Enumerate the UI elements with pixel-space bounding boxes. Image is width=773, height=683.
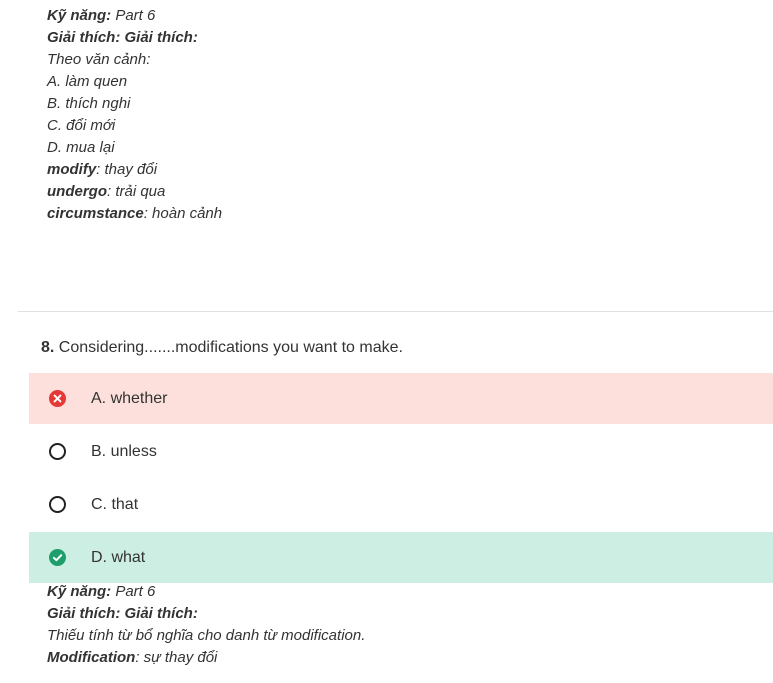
check-circle-icon — [49, 549, 66, 566]
question-number: 8. — [41, 339, 55, 356]
option-label: D. what — [91, 548, 146, 566]
vocab-line: Modification: sự thay đổi — [47, 647, 365, 669]
option-label: C. that — [91, 495, 139, 513]
skill-line: Kỹ năng: Part 6 — [47, 581, 365, 603]
section-divider — [18, 311, 773, 312]
explanation-panel: Kỹ năng: Part 6 Giải thích: Giải thích: … — [47, 5, 222, 225]
vocab-word: undergo — [47, 183, 107, 200]
explain-heading: Giải thích: Giải thích: — [47, 29, 198, 46]
skill-value: Part 6 — [111, 7, 156, 24]
skill-label: Kỹ năng: — [47, 583, 112, 600]
vocab-word: Modification — [47, 649, 136, 666]
vocab-word: circumstance — [47, 205, 144, 222]
vocab-meaning: : thay đổi — [96, 161, 158, 178]
skill-value: Part 6 — [111, 583, 156, 600]
radio-empty-icon — [49, 496, 66, 513]
vocab-line: modify: thay đổi — [47, 159, 222, 181]
question-body: Considering.......modifications you want… — [54, 339, 403, 356]
vocab-line: circumstance: hoàn cảnh — [47, 203, 222, 225]
vocab-meaning: : trải qua — [107, 183, 166, 200]
explain-line: Theo văn cảnh: — [47, 51, 151, 68]
explain-heading: Giải thích: Giải thích: — [47, 605, 198, 622]
x-circle-icon — [49, 390, 66, 407]
option-label: A. whether — [91, 389, 168, 407]
answer-option-c[interactable]: C. that — [29, 479, 773, 530]
radio-empty-icon — [49, 443, 66, 460]
answer-option-b[interactable]: B. unless — [29, 426, 773, 477]
skill-label: Kỹ năng: — [47, 7, 112, 24]
explanation-panel: Kỹ năng: Part 6 Giải thích: Giải thích: … — [47, 581, 365, 669]
explain-line: C. đổi mới — [47, 117, 116, 134]
explain-line: A. làm quen — [47, 73, 128, 90]
option-label: B. unless — [91, 442, 157, 460]
vocab-word: modify — [47, 161, 97, 178]
vocab-line: undergo: trải qua — [47, 181, 222, 203]
explain-line: Thiếu tính từ bổ nghĩa cho danh từ modif… — [47, 627, 366, 644]
answer-option-d[interactable]: D. what — [29, 532, 773, 583]
vocab-meaning: : sự thay đổi — [135, 649, 218, 666]
question-text: 8. Considering.......modifications you w… — [41, 337, 403, 359]
vocab-meaning: : hoàn cảnh — [143, 205, 223, 222]
answer-option-a[interactable]: A. whether — [29, 373, 773, 424]
explain-line: D. mua lại — [47, 139, 115, 156]
explain-line: B. thích nghi — [47, 95, 131, 112]
skill-line: Kỹ năng: Part 6 — [47, 5, 222, 27]
